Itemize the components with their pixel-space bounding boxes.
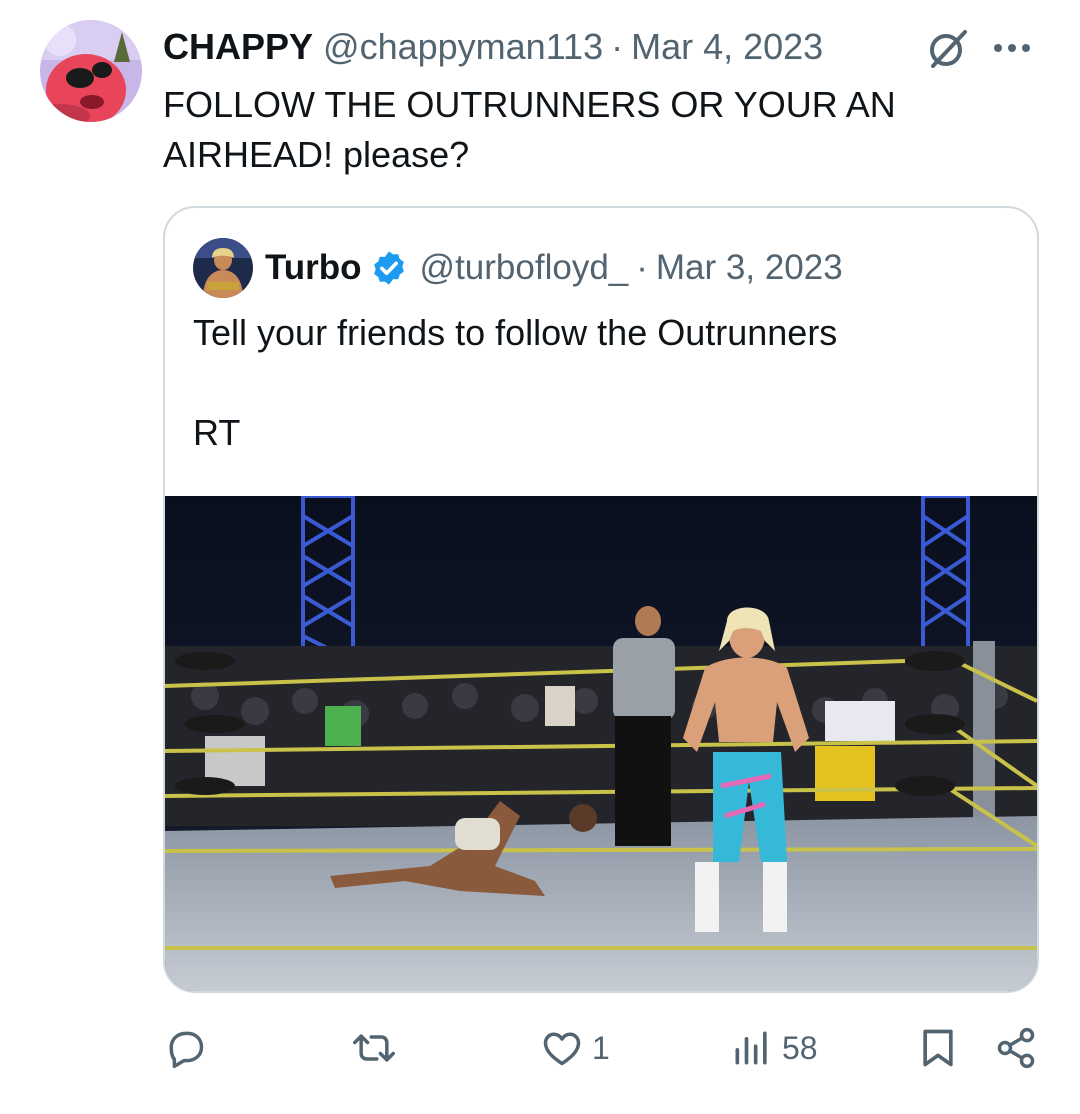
author-name[interactable]: CHAPPY xyxy=(163,26,313,68)
views-count: 58 xyxy=(782,1029,818,1066)
separator-dot: · xyxy=(636,248,648,287)
author-avatar[interactable] xyxy=(40,20,142,122)
like-button[interactable]: 1 xyxy=(540,1018,610,1078)
retweet-icon xyxy=(353,1034,395,1062)
quoted-tweet-card[interactable]: Turbo @turbofloyd_ · Mar 3, 2023 Tell yo… xyxy=(163,206,1039,993)
reply-icon xyxy=(169,1031,204,1069)
tweet-text-line: FOLLOW THE OUTRUNNERS OR YOUR AN xyxy=(163,84,896,125)
grok-icon[interactable] xyxy=(925,26,971,72)
share-button[interactable] xyxy=(994,1018,1038,1078)
bookmark-icon xyxy=(923,1029,953,1067)
analytics-icon xyxy=(735,1031,767,1065)
bookmark-button[interactable] xyxy=(916,1018,960,1078)
verified-badge-icon xyxy=(373,251,404,285)
more-icon[interactable] xyxy=(990,36,1038,60)
quoted-text-line: Tell your friends to follow the Outrunne… xyxy=(193,312,838,353)
tweet-header: CHAPPY @chappyman113 · Mar 4, 2023 xyxy=(163,26,823,68)
quoted-tweet-text: Tell your friends to follow the Outrunne… xyxy=(193,308,1013,458)
share-icon xyxy=(997,1027,1035,1069)
quoted-author-handle[interactable]: @turbofloyd_ xyxy=(420,248,629,288)
quoted-author-avatar[interactable] xyxy=(193,238,253,298)
views-button[interactable]: 58 xyxy=(730,1018,818,1078)
quoted-tweet-header: Turbo @turbofloyd_ · Mar 3, 2023 xyxy=(265,246,843,290)
separator-dot: · xyxy=(611,26,624,67)
quoted-tweet-date[interactable]: Mar 3, 2023 xyxy=(656,248,843,288)
tweet-date[interactable]: Mar 4, 2023 xyxy=(631,26,823,68)
quoted-tweet-image[interactable] xyxy=(165,496,1037,993)
tweet-text: FOLLOW THE OUTRUNNERS OR YOUR AN AIRHEAD… xyxy=(163,80,963,180)
heart-icon xyxy=(543,1032,581,1066)
quoted-author-name[interactable]: Turbo xyxy=(265,248,362,288)
retweet-button[interactable] xyxy=(352,1018,404,1078)
tweet-action-bar: 1 58 xyxy=(0,1018,1080,1078)
like-count: 1 xyxy=(592,1029,610,1066)
quoted-text-line: RT xyxy=(193,412,241,453)
author-handle[interactable]: @chappyman113 xyxy=(323,26,603,68)
reply-button[interactable] xyxy=(163,1018,215,1078)
tweet-text-line: AIRHEAD! please? xyxy=(163,134,470,175)
